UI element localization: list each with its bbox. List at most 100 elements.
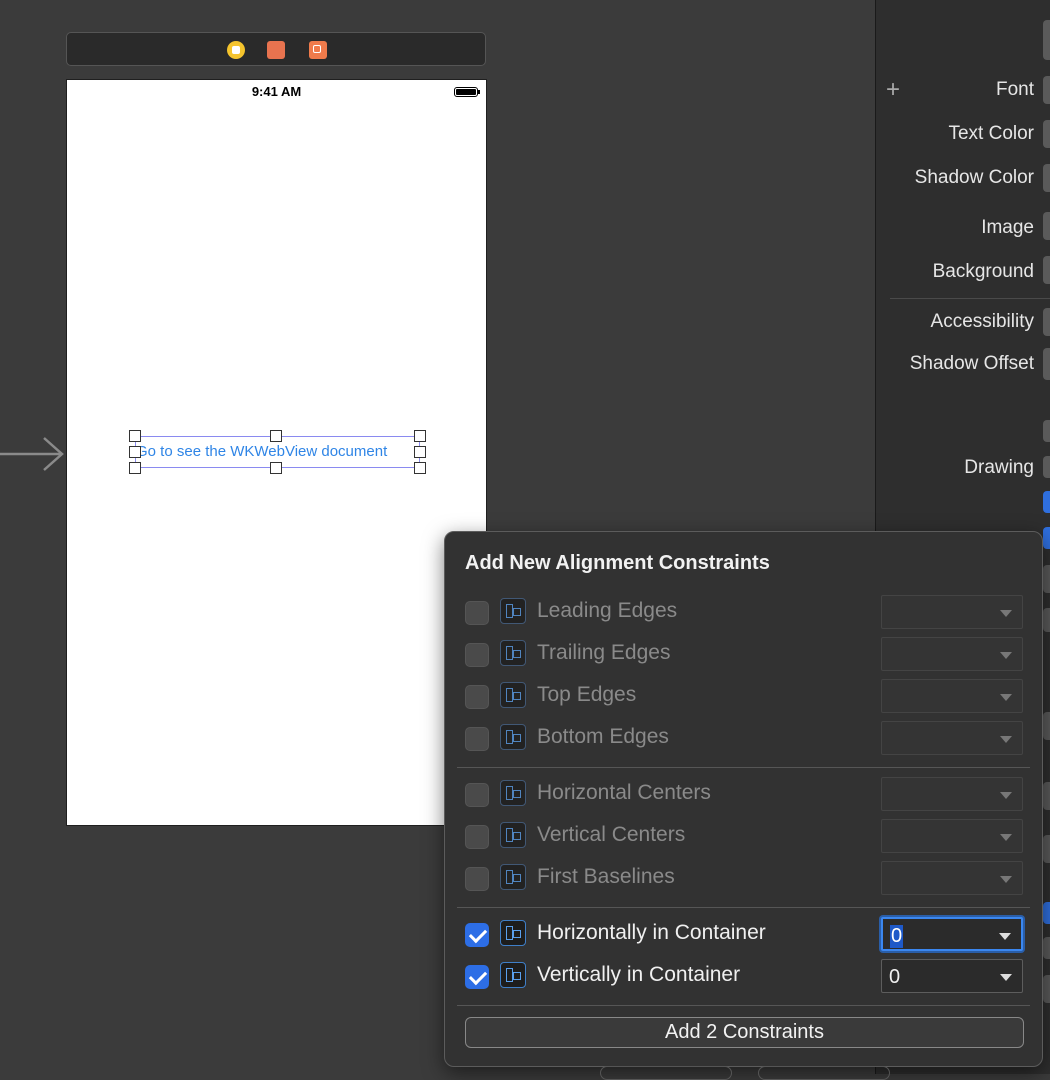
horizontally-in-container-label: Horizontally in Container xyxy=(537,921,766,944)
resize-handle-top-left[interactable] xyxy=(129,430,141,442)
bottom-edges-checkbox[interactable] xyxy=(465,727,489,751)
exit-icon[interactable] xyxy=(309,41,327,59)
inspector-divider xyxy=(890,298,1050,299)
scene-dock xyxy=(66,32,486,66)
add-constraints-button[interactable]: Add 2 Constraints xyxy=(465,1017,1024,1048)
top-edges-checkbox[interactable] xyxy=(465,685,489,709)
constraint-row-vertical-centers: Vertical Centers xyxy=(445,819,1042,855)
chevron-down-icon xyxy=(1000,736,1012,743)
bottom-edges-icon xyxy=(500,724,526,750)
chevron-down-icon xyxy=(1000,792,1012,799)
inspector-field-4[interactable] xyxy=(1043,782,1050,810)
leading-edges-checkbox[interactable] xyxy=(465,601,489,625)
trailing-edges-icon xyxy=(500,640,526,666)
resize-handle-middle-left[interactable] xyxy=(129,446,141,458)
top-edges-label: Top Edges xyxy=(537,683,637,706)
accessibility-checkbox[interactable] xyxy=(1043,308,1050,336)
trailing-edges-checkbox[interactable] xyxy=(465,643,489,667)
shadow-offset-label: Shadow Offset xyxy=(909,353,1034,374)
inspector-checkbox-on[interactable] xyxy=(1043,902,1050,924)
vertically-in-container-checkbox[interactable] xyxy=(465,965,489,989)
font-label: Font xyxy=(995,79,1034,100)
chevron-down-icon xyxy=(1000,876,1012,883)
chevron-down-icon[interactable] xyxy=(999,933,1011,940)
resize-handle-bottom-center[interactable] xyxy=(270,462,282,474)
constraint-row-horizontal-centers: Horizontal Centers xyxy=(445,777,1042,813)
bottom-edges-label: Bottom Edges xyxy=(537,725,669,748)
drawing-opaque-checkbox[interactable] xyxy=(1043,456,1050,478)
vertical-centers-checkbox[interactable] xyxy=(465,825,489,849)
font-field[interactable] xyxy=(1043,76,1050,104)
chevron-down-icon xyxy=(1000,652,1012,659)
drawing-clips-checkbox[interactable] xyxy=(1043,527,1050,549)
constraint-row-bottom-edges: Bottom Edges xyxy=(445,721,1042,757)
background-label: Background xyxy=(932,261,1034,282)
first-baselines-constant-select[interactable] xyxy=(881,861,1023,895)
storyboard-entry-arrow-icon[interactable] xyxy=(0,436,66,472)
vertically-in-container-icon xyxy=(500,962,526,988)
inspector-field-5[interactable] xyxy=(1043,835,1050,863)
drawing-hidden-checkbox[interactable] xyxy=(1043,491,1050,513)
leading-edges-icon xyxy=(500,598,526,624)
resize-handle-top-right[interactable] xyxy=(414,430,426,442)
trailing-edges-constant-select[interactable] xyxy=(881,637,1023,671)
top-edges-constant-select[interactable] xyxy=(881,679,1023,713)
vertical-centers-constant-select[interactable] xyxy=(881,819,1023,853)
horizontally-in-container-checkbox[interactable] xyxy=(465,923,489,947)
chevron-down-icon xyxy=(1000,834,1012,841)
popover-divider xyxy=(457,1005,1030,1006)
bottom-edges-constant-select[interactable] xyxy=(881,721,1023,755)
leading-edges-label: Leading Edges xyxy=(537,599,678,622)
first-responder-icon[interactable] xyxy=(267,41,285,59)
background-field[interactable] xyxy=(1043,256,1050,284)
text-color-picker[interactable] xyxy=(1043,120,1050,148)
resize-handle-top-center[interactable] xyxy=(270,430,282,442)
horizontal-centers-checkbox[interactable] xyxy=(465,783,489,807)
inspector-field-1[interactable] xyxy=(1043,565,1050,593)
popover-divider xyxy=(457,907,1030,908)
constraint-row-horizontally-in-container: Horizontally in Container 0 xyxy=(445,917,1042,953)
inspector-field-3[interactable] xyxy=(1043,712,1050,740)
inspector-control-top[interactable] xyxy=(1043,20,1050,60)
vertically-in-container-label: Vertically in Container xyxy=(537,963,741,986)
constraint-row-trailing-edges: Trailing Edges xyxy=(445,637,1042,673)
add-font-variation-icon[interactable]: + xyxy=(886,76,900,104)
inspector-field-7[interactable] xyxy=(1043,975,1050,1003)
leading-edges-constant-select[interactable] xyxy=(881,595,1023,629)
vertically-in-container-constant-field[interactable]: 0 xyxy=(881,959,1023,993)
shadow-offset-stepper[interactable] xyxy=(1043,348,1050,380)
chevron-down-icon xyxy=(1000,694,1012,701)
drawing-label: Drawing xyxy=(964,457,1034,478)
horizontal-centers-icon xyxy=(500,780,526,806)
horizontal-centers-label: Horizontal Centers xyxy=(537,781,711,804)
shadow-color-picker[interactable] xyxy=(1043,164,1050,192)
inspector-field-6[interactable] xyxy=(1043,937,1050,959)
line-break-popup[interactable] xyxy=(1043,420,1050,442)
constraint-row-vertically-in-container: Vertically in Container 0 xyxy=(445,959,1042,995)
horizontally-in-container-icon xyxy=(500,920,526,946)
resize-handle-bottom-left[interactable] xyxy=(129,462,141,474)
vertical-centers-icon xyxy=(500,822,526,848)
constraint-row-leading-edges: Leading Edges xyxy=(445,595,1042,631)
image-label: Image xyxy=(981,217,1034,238)
resize-handle-middle-right[interactable] xyxy=(414,446,426,458)
image-field[interactable] xyxy=(1043,212,1050,240)
alignment-constraints-popover: Add New Alignment Constraints Leading Ed… xyxy=(444,531,1043,1067)
text-color-label: Text Color xyxy=(948,123,1034,144)
horizontally-in-container-constant-field[interactable]: 0 xyxy=(881,917,1023,951)
horizontal-centers-constant-select[interactable] xyxy=(881,777,1023,811)
canvas-toolbar-edge xyxy=(758,1066,890,1080)
top-edges-icon xyxy=(500,682,526,708)
shadow-color-label: Shadow Color xyxy=(914,167,1034,188)
vertical-centers-label: Vertical Centers xyxy=(537,823,686,846)
inspector-field-2[interactable] xyxy=(1043,608,1050,632)
trailing-edges-label: Trailing Edges xyxy=(537,641,671,664)
constraint-row-first-baselines: First Baselines xyxy=(445,861,1042,897)
constraint-row-top-edges: Top Edges xyxy=(445,679,1042,715)
resize-handle-bottom-right[interactable] xyxy=(414,462,426,474)
first-baselines-checkbox[interactable] xyxy=(465,867,489,891)
view-controller-icon[interactable] xyxy=(227,41,245,59)
popover-divider xyxy=(457,767,1030,768)
device-canvas[interactable]: 9:41 AM Go to see the WKWebView document xyxy=(66,79,487,826)
chevron-down-icon[interactable] xyxy=(1000,974,1012,981)
